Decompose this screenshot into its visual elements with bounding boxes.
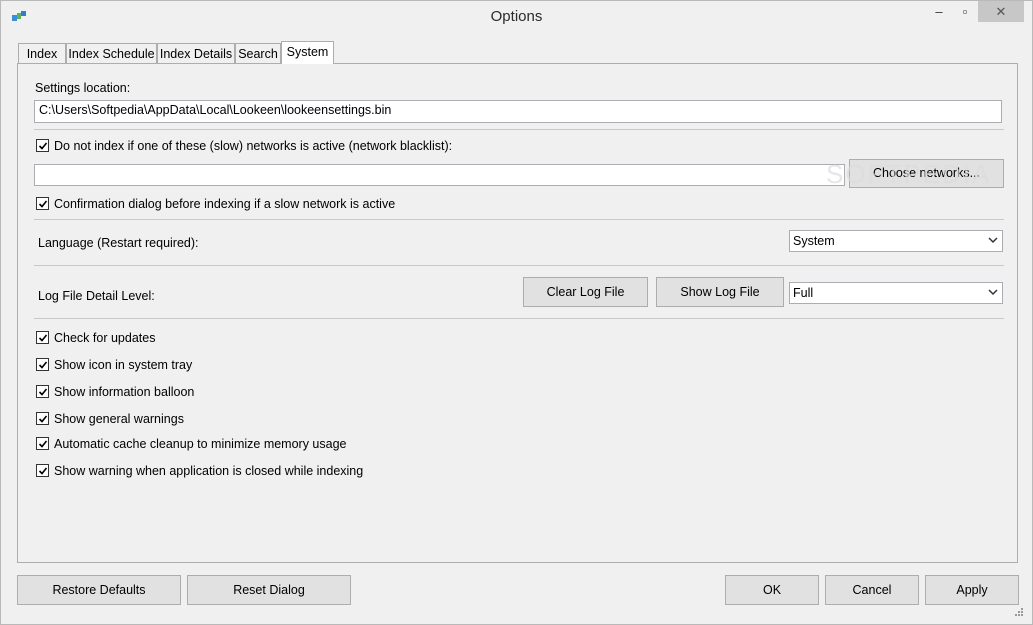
window-title: Options bbox=[490, 8, 543, 25]
log-level-select[interactable]: Full bbox=[789, 282, 1003, 304]
checkmark-icon bbox=[38, 388, 48, 396]
cache-cleanup-checkbox[interactable] bbox=[36, 437, 49, 450]
close-warning-label: Show warning when application is closed … bbox=[54, 464, 364, 478]
checkmark-icon bbox=[38, 142, 48, 150]
watermark: SOFTPEDIA bbox=[826, 159, 992, 189]
tab-system[interactable]: System bbox=[281, 41, 334, 64]
apply-button[interactable]: Apply bbox=[925, 575, 1019, 605]
cache-cleanup-label: Automatic cache cleanup to minimize memo… bbox=[54, 437, 347, 451]
settings-location-field[interactable]: C:\Users\Softpedia\AppData\Local\Lookeen… bbox=[34, 100, 1002, 123]
reset-dialog-button[interactable]: Reset Dialog bbox=[187, 575, 351, 605]
options-window: Options – ▫ ✕ Index Index Schedule Index… bbox=[0, 0, 1033, 625]
show-general-warnings-checkbox[interactable] bbox=[36, 412, 49, 425]
checkmark-icon bbox=[38, 334, 48, 342]
network-blacklist-label: Do not index if one of these (slow) netw… bbox=[54, 139, 453, 153]
confirmation-dialog-checkbox[interactable] bbox=[36, 197, 49, 210]
language-label: Language (Restart required): bbox=[38, 236, 199, 250]
checkmark-icon bbox=[38, 200, 48, 208]
confirmation-dialog-label: Confirmation dialog before indexing if a… bbox=[54, 197, 396, 211]
minimize-button[interactable]: – bbox=[926, 1, 952, 22]
separator bbox=[34, 219, 1004, 220]
checkmark-icon bbox=[38, 467, 48, 475]
checkmark-icon bbox=[38, 415, 48, 423]
tab-index[interactable]: Index bbox=[18, 43, 66, 63]
log-level-select-value: Full bbox=[793, 286, 814, 300]
tab-index-schedule[interactable]: Index Schedule bbox=[66, 43, 157, 63]
separator bbox=[34, 318, 1004, 319]
network-blacklist-field[interactable] bbox=[34, 164, 845, 186]
separator bbox=[34, 129, 1004, 130]
show-info-balloon-label: Show information balloon bbox=[54, 385, 195, 399]
language-select-value: System bbox=[793, 234, 835, 248]
show-general-warnings-label: Show general warnings bbox=[54, 412, 184, 426]
show-tray-icon-checkbox[interactable] bbox=[36, 358, 49, 371]
checkmark-icon bbox=[38, 361, 48, 369]
cancel-button[interactable]: Cancel bbox=[825, 575, 919, 605]
check-for-updates-checkbox[interactable] bbox=[36, 331, 49, 344]
check-for-updates-label: Check for updates bbox=[54, 331, 156, 345]
show-log-button[interactable]: Show Log File bbox=[656, 277, 784, 307]
clear-log-button[interactable]: Clear Log File bbox=[523, 277, 648, 307]
network-blacklist-checkbox[interactable] bbox=[36, 139, 49, 152]
show-tray-icon-label: Show icon in system tray bbox=[54, 358, 193, 372]
settings-location-label: Settings location: bbox=[35, 81, 131, 95]
close-button[interactable]: ✕ bbox=[978, 1, 1024, 22]
language-select[interactable]: System bbox=[789, 230, 1003, 252]
checkmark-icon bbox=[38, 440, 48, 448]
ok-button[interactable]: OK bbox=[725, 575, 819, 605]
maximize-button[interactable]: ▫ bbox=[952, 1, 978, 22]
show-info-balloon-checkbox[interactable] bbox=[36, 385, 49, 398]
restore-defaults-button[interactable]: Restore Defaults bbox=[17, 575, 181, 605]
resize-grip-icon[interactable] bbox=[1014, 607, 1024, 617]
tab-index-details[interactable]: Index Details bbox=[157, 43, 235, 63]
log-level-label: Log File Detail Level: bbox=[38, 289, 155, 303]
close-warning-checkbox[interactable] bbox=[36, 464, 49, 477]
chevron-down-icon bbox=[988, 233, 998, 250]
chevron-down-icon bbox=[988, 285, 998, 302]
title-bar[interactable]: Options – ▫ ✕ bbox=[1, 1, 1032, 33]
system-tab-panel bbox=[17, 63, 1018, 563]
separator bbox=[34, 265, 1004, 266]
tab-search[interactable]: Search bbox=[235, 43, 281, 63]
